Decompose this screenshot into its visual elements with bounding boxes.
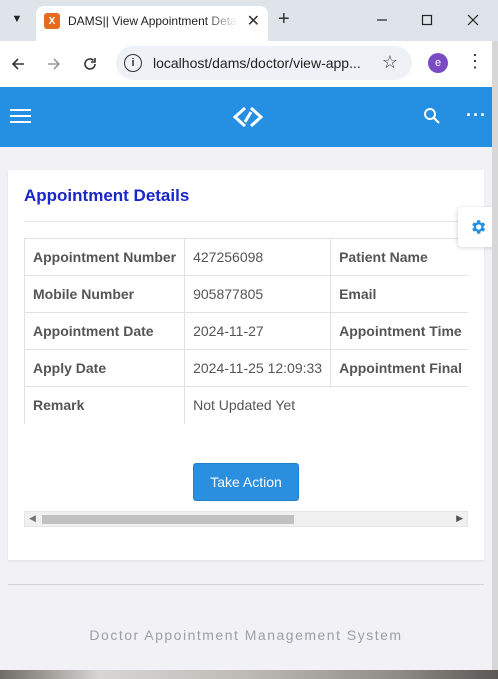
minimize-button[interactable] [370,8,394,32]
close-icon [467,14,479,26]
remark-label: Remark [24,386,186,424]
xampp-favicon-icon: X [44,13,60,29]
mobile-number-label: Mobile Number [24,275,186,313]
appointment-details-table: Appointment Number 427256098 Patient Nam… [24,238,468,424]
bookmark-star-icon[interactable]: ☆ [382,52,398,73]
horizontal-scrollbar[interactable]: ◀ ▶ [24,511,468,527]
scrollbar-thumb[interactable] [42,515,294,524]
arrow-left-icon [11,58,24,70]
browser-menu-icon[interactable]: ⋮ [466,51,484,72]
patient-name-label: Patient Name [330,238,468,276]
appointment-date-label: Appointment Date [24,312,186,350]
appointment-final-status-label: Appointment Final [330,349,468,387]
mobile-number-value: 905877805 [184,275,332,313]
appointment-time-label: Appointment Time [330,312,468,350]
arrow-right-icon [48,58,61,70]
tab-close-icon[interactable]: ✕ [247,11,260,31]
browser-toolbar: i localhost/dams/doctor/view-app... ☆ e … [0,41,498,87]
footer-divider [8,584,484,585]
scroll-right-icon[interactable]: ▶ [456,513,463,524]
page-title: Appointment Details [24,186,190,205]
apply-date-label: Apply Date [24,349,186,387]
table-row: Appointment Number 427256098 Patient Nam… [24,238,468,276]
tab-search-button[interactable]: ▼ [6,8,28,30]
reload-button[interactable] [78,52,102,76]
window-close-button[interactable] [461,8,485,32]
divider [24,221,468,222]
appointment-number-label: Appointment Number [24,238,186,276]
table-row: Remark Not Updated Yet [24,386,468,424]
appointment-date-value: 2024-11-27 [184,312,332,350]
address-bar[interactable]: i localhost/dams/doctor/view-app... ☆ [116,46,412,80]
appointment-number-value: 427256098 [184,238,332,276]
scroll-left-icon[interactable]: ◀ [29,513,36,524]
desktop-wallpaper [0,670,498,679]
reload-icon [84,58,96,70]
footer-text: Doctor Appointment Management System [89,627,403,643]
site-info-icon[interactable]: i [124,54,142,72]
back-button[interactable] [6,52,30,76]
maximize-button[interactable] [415,8,439,32]
apply-date-value: 2024-11-25 12:09:33 [184,349,332,387]
search-icon[interactable] [423,107,443,127]
minimize-icon [377,19,387,21]
app-header: ··· [0,87,498,147]
table-row: Apply Date 2024-11-25 12:09:33 Appointme… [24,349,468,387]
new-tab-button[interactable]: + [278,8,290,30]
take-action-button[interactable]: Take Action [193,463,299,501]
email-label: Email [330,275,468,313]
appointment-card: Appointment Details Appointment Number 4… [8,170,484,560]
gear-icon [472,220,486,234]
tab-title: DAMS|| View Appointment Details [68,14,238,28]
logo-icon[interactable] [231,102,265,132]
table-row: Mobile Number 905877805 Email [24,275,468,313]
table-row: Appointment Date 2024-11-27 Appointment … [24,312,468,350]
maximize-icon [421,14,433,26]
profile-avatar[interactable]: e [428,53,448,73]
remark-value: Not Updated Yet [184,386,468,424]
more-options-icon[interactable]: ··· [466,105,487,126]
browser-tab[interactable]: X DAMS|| View Appointment Details ✕ [36,6,268,41]
forward-button[interactable] [42,52,66,76]
url-text[interactable]: localhost/dams/doctor/view-app... [153,55,361,71]
window-edge [492,41,498,670]
hamburger-menu-icon[interactable] [10,109,31,125]
browser-tabstrip: ▼ X DAMS|| View Appointment Details ✕ + [0,0,498,41]
